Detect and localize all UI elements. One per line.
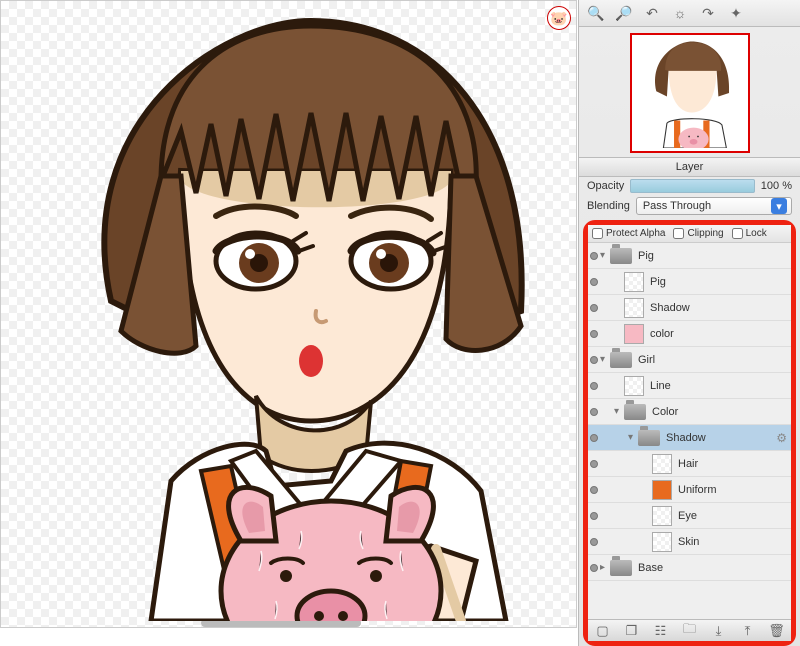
layer-row[interactable]: ▾ Shadow ⚙ xyxy=(588,425,791,451)
layer-label: Uniform xyxy=(678,484,787,496)
move-up-icon[interactable]: ⤒ xyxy=(740,623,756,639)
layer-row[interactable]: ▸ Base xyxy=(588,555,791,581)
wand-icon[interactable]: ✦ xyxy=(727,4,745,22)
folder-icon xyxy=(610,352,632,368)
layer-label: Skin xyxy=(678,536,787,548)
folder-icon xyxy=(638,430,660,446)
navigator-toolbar: 🔍 🔎 ↶ ☼ ↷ ✦ xyxy=(579,0,800,27)
disclosure-icon[interactable]: ▾ xyxy=(614,406,624,417)
protect-alpha-checkbox[interactable]: Protect Alpha xyxy=(592,228,665,239)
layer-label: Base xyxy=(638,562,787,574)
visibility-toggle[interactable] xyxy=(588,347,600,373)
layer-row[interactable]: Line xyxy=(588,373,791,399)
zoom-out-icon[interactable]: 🔍 xyxy=(587,4,605,22)
visibility-toggle[interactable] xyxy=(588,243,600,269)
layer-row[interactable]: color xyxy=(588,321,791,347)
new-layer-icon[interactable]: ▢ xyxy=(595,623,611,639)
layer-row[interactable]: Eye xyxy=(588,503,791,529)
layer-label: Line xyxy=(650,380,787,392)
layer-label: Pig xyxy=(650,276,787,288)
layer-label: Color xyxy=(652,406,787,418)
rotate-cw-icon[interactable]: ↷ xyxy=(699,4,717,22)
visibility-toggle[interactable] xyxy=(588,529,600,555)
layer-thumbnail xyxy=(624,272,644,292)
visibility-toggle[interactable] xyxy=(588,399,600,425)
blending-row: Blending Pass Through ▾ xyxy=(579,195,800,217)
visibility-toggle[interactable] xyxy=(588,321,600,347)
disclosure-icon[interactable]: ▸ xyxy=(600,562,610,573)
layer-options-row: Protect Alpha Clipping Lock xyxy=(588,225,791,243)
opacity-value: 100 % xyxy=(761,180,792,192)
gear-icon[interactable]: ⚙ xyxy=(776,431,787,445)
layer-row[interactable]: Hair xyxy=(588,451,791,477)
navigator-preview[interactable] xyxy=(630,33,750,153)
lock-checkbox[interactable]: Lock xyxy=(732,228,767,239)
visibility-toggle[interactable] xyxy=(588,269,600,295)
layer-label: Girl xyxy=(638,354,787,366)
layer-thumbnail xyxy=(624,298,644,318)
blending-label: Blending xyxy=(587,200,630,212)
layer-row[interactable]: Shadow xyxy=(588,295,791,321)
visibility-toggle[interactable] xyxy=(588,425,600,451)
rotate-ccw-icon[interactable]: ↶ xyxy=(643,4,661,22)
layer-row[interactable]: Pig xyxy=(588,269,791,295)
layer-settings-icon[interactable]: ☷ xyxy=(653,623,669,639)
layer-thumbnail xyxy=(624,324,644,344)
layer-thumbnail xyxy=(624,376,644,396)
visibility-toggle[interactable] xyxy=(588,555,600,581)
disclosure-icon[interactable]: ▾ xyxy=(600,250,610,261)
layer-thumbnail xyxy=(652,480,672,500)
trash-icon[interactable]: 🗑 xyxy=(769,623,785,639)
panel-title: Layer xyxy=(579,157,800,177)
layer-ops-toolbar: ▢ ❐ ☷ 🗀 ⤓ ⤒ 🗑 xyxy=(588,619,791,641)
layer-thumbnail xyxy=(652,454,672,474)
layer-label: Pig xyxy=(638,250,787,262)
opacity-slider[interactable] xyxy=(630,179,755,193)
canvas[interactable]: 🐷 xyxy=(0,0,577,628)
layer-thumbnail xyxy=(652,506,672,526)
layer-row[interactable]: Uniform xyxy=(588,477,791,503)
layer-row[interactable]: ▾ Pig xyxy=(588,243,791,269)
layer-tree[interactable]: ▾ Pig Pig Shadow color ▾ Girl Line ▾ Color ▾ Shadow… xyxy=(588,243,791,619)
disclosure-icon[interactable]: ▾ xyxy=(600,354,610,365)
layer-label: Shadow xyxy=(650,302,787,314)
layer-label: Hair xyxy=(678,458,787,470)
brightness-icon[interactable]: ☼ xyxy=(671,4,689,22)
opacity-row: Opacity 100 % xyxy=(579,177,800,195)
merge-down-icon[interactable]: ⤓ xyxy=(711,623,727,639)
new-folder-icon[interactable]: 🗀 xyxy=(682,623,698,639)
folder-icon xyxy=(624,404,646,420)
opacity-label: Opacity xyxy=(587,180,624,192)
layer-row[interactable]: ▾ Girl xyxy=(588,347,791,373)
disclosure-icon[interactable]: ▾ xyxy=(628,432,638,443)
folder-icon xyxy=(610,248,632,264)
duplicate-layer-icon[interactable]: ❐ xyxy=(624,623,640,639)
layers-panel: 🔍 🔎 ↶ ☼ ↷ ✦ Layer Opacity 100 % Blending… xyxy=(578,0,800,646)
clipping-checkbox[interactable]: Clipping xyxy=(673,228,723,239)
visibility-toggle[interactable] xyxy=(588,477,600,503)
layer-thumbnail xyxy=(652,532,672,552)
visibility-toggle[interactable] xyxy=(588,503,600,529)
layer-label: Eye xyxy=(678,510,787,522)
visibility-toggle[interactable] xyxy=(588,295,600,321)
zoom-in-icon[interactable]: 🔎 xyxy=(615,4,633,22)
visibility-toggle[interactable] xyxy=(588,451,600,477)
layer-row[interactable]: Skin xyxy=(588,529,791,555)
layers-highlight-frame: Protect Alpha Clipping Lock ▾ Pig Pig Shado… xyxy=(583,220,796,646)
layer-label: Shadow xyxy=(666,432,772,444)
layer-label: color xyxy=(650,328,787,340)
chevron-down-icon: ▾ xyxy=(771,198,787,214)
folder-icon xyxy=(610,560,632,576)
blending-select[interactable]: Pass Through ▾ xyxy=(636,197,792,215)
blending-value: Pass Through xyxy=(643,200,711,212)
visibility-toggle[interactable] xyxy=(588,373,600,399)
layer-row[interactable]: ▾ Color xyxy=(588,399,791,425)
artwork xyxy=(31,1,571,621)
